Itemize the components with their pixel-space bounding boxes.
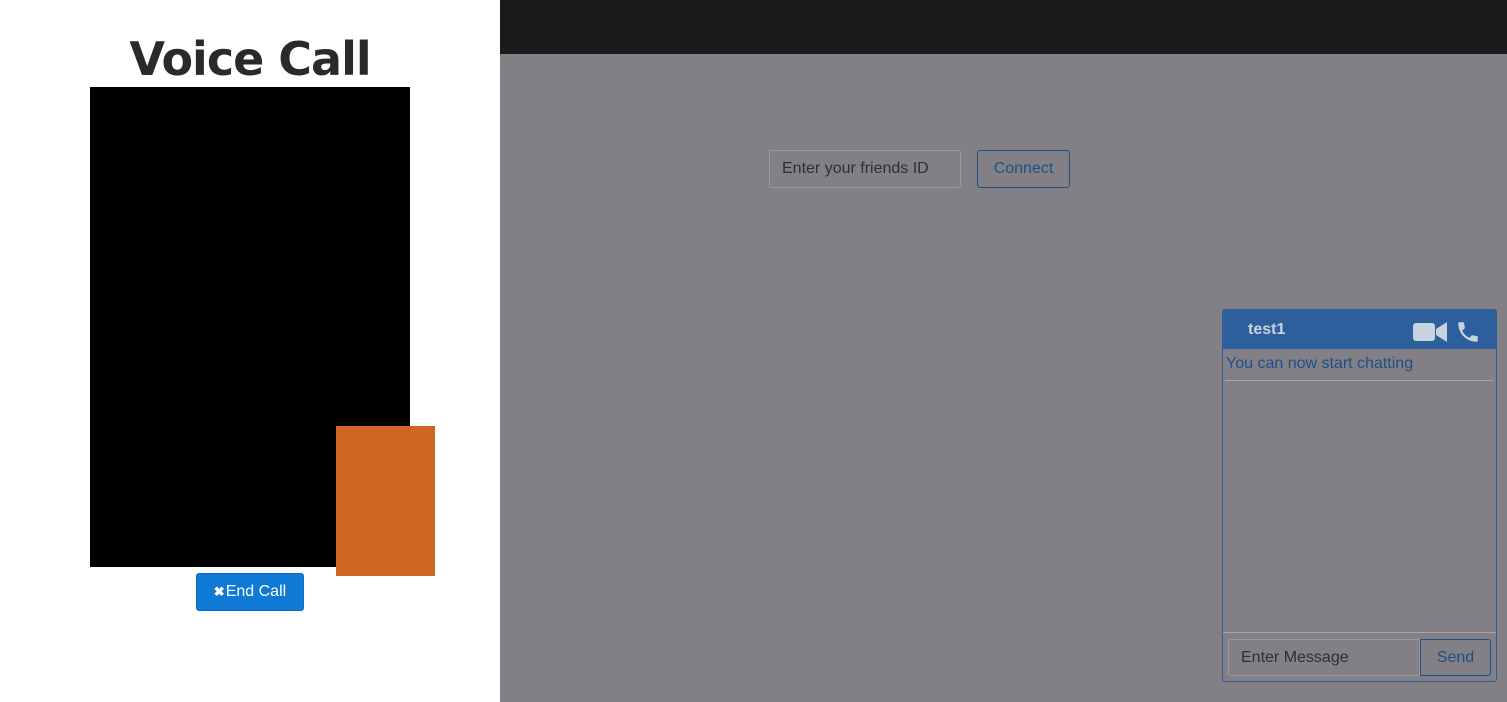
voice-call-panel: Voice Call ✖ End Call [0, 0, 500, 702]
friend-id-input[interactable] [769, 150, 961, 188]
send-button[interactable]: Send [1420, 639, 1491, 676]
message-input[interactable] [1228, 639, 1420, 676]
end-call-label: End Call [225, 583, 287, 600]
chat-footer-divider [1223, 632, 1496, 633]
chat-window: test1 You can now start chatting Send [1222, 309, 1497, 682]
video-camera-icon[interactable] [1413, 321, 1447, 343]
end-call-button[interactable]: ✖ End Call [196, 573, 304, 611]
phone-icon[interactable] [1455, 319, 1481, 345]
chat-messages-area[interactable] [1223, 381, 1496, 633]
chat-header: test1 [1223, 310, 1496, 349]
chat-status-message: You can now start chatting [1226, 355, 1414, 372]
panel-title: Voice Call [129, 32, 371, 86]
close-icon: ✖ [213, 584, 225, 599]
chat-username: test1 [1248, 321, 1286, 338]
connect-button[interactable]: Connect [977, 150, 1070, 188]
local-video [336, 426, 435, 576]
